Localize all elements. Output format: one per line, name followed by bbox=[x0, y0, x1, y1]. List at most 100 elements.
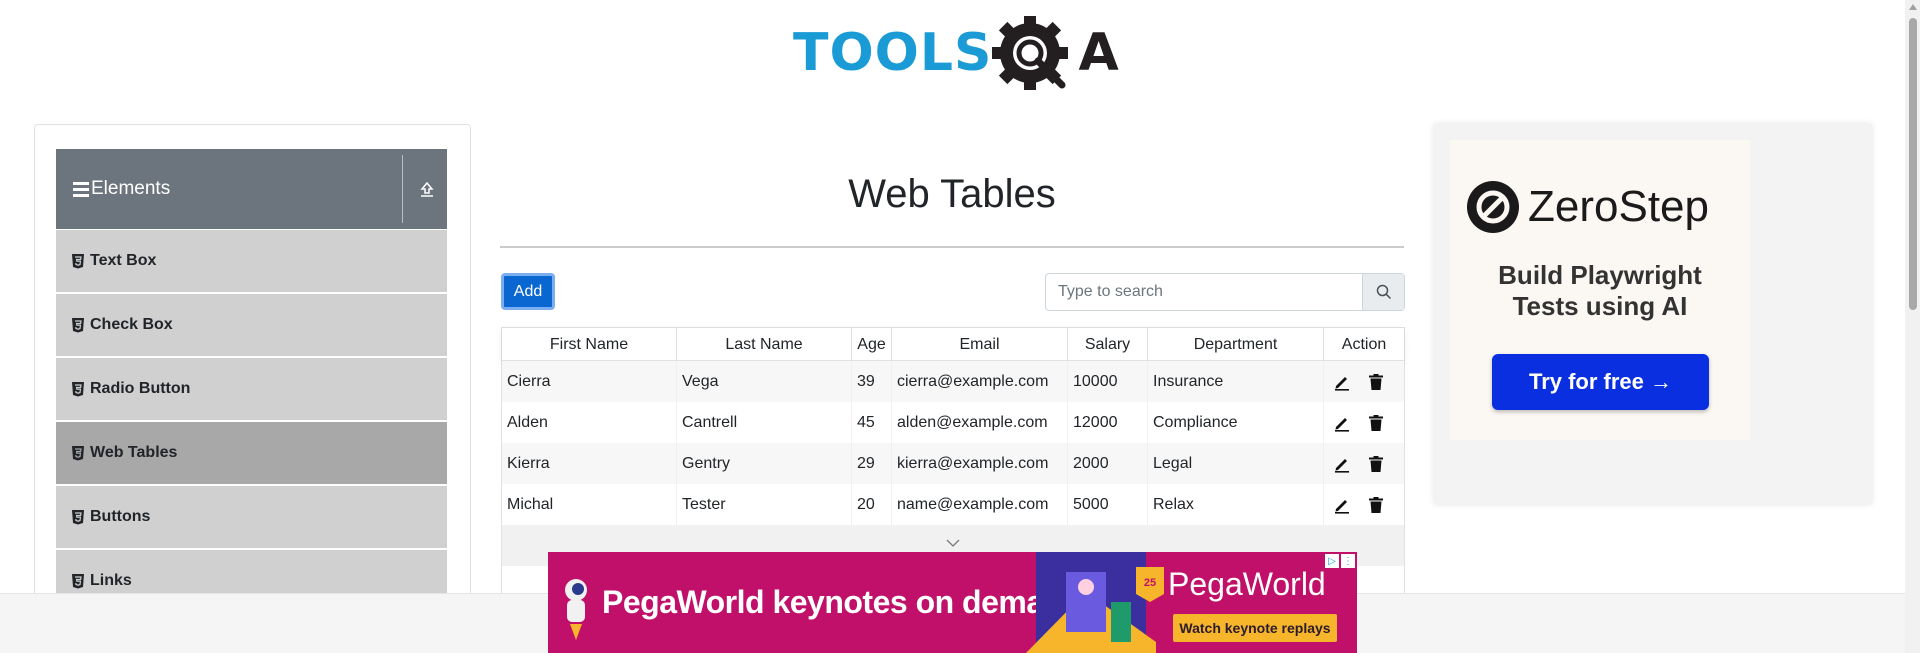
column-header-department[interactable]: Department bbox=[1148, 328, 1324, 361]
search-box bbox=[1045, 273, 1405, 311]
edit-icon[interactable] bbox=[1332, 413, 1352, 433]
sidebar-item-buttons[interactable]: Buttons bbox=[56, 486, 447, 548]
hamburger-icon bbox=[73, 179, 89, 200]
cell-actions bbox=[1324, 443, 1404, 484]
column-header-last-name[interactable]: Last Name bbox=[677, 328, 852, 361]
sidebar-item-label: Check Box bbox=[90, 316, 173, 333]
tagline-line-1: Build Playwright bbox=[1498, 260, 1702, 290]
pw25-badge-icon: 25 bbox=[1136, 567, 1164, 602]
logo-text: TOOLS bbox=[793, 23, 993, 83]
edit-icon[interactable] bbox=[1332, 372, 1352, 392]
table-row: Michal Tester 20 name@example.com 5000 R… bbox=[502, 484, 1404, 525]
zerostep-ad[interactable]: ZeroStep Build Playwright Tests using AI… bbox=[1434, 124, 1872, 504]
cell-salary: 5000 bbox=[1068, 484, 1148, 525]
search-icon bbox=[1376, 284, 1391, 300]
cell-last-name: Gentry bbox=[677, 443, 852, 484]
title-divider bbox=[500, 246, 1404, 248]
try-for-free-button[interactable]: Try for free → bbox=[1492, 354, 1709, 410]
zerostep-name: ZeroStep bbox=[1528, 182, 1709, 231]
page: TOOLS A Elements Text Box Check Box Radi… bbox=[0, 0, 1920, 653]
scroll-thumb[interactable] bbox=[1909, 18, 1917, 310]
adchoices-icon[interactable]: ▷ bbox=[1325, 554, 1339, 568]
delete-icon[interactable] bbox=[1366, 454, 1386, 474]
cell-last-name: Vega bbox=[677, 361, 852, 402]
cell-email: cierra@example.com bbox=[892, 361, 1068, 402]
add-button[interactable]: Add bbox=[501, 273, 555, 310]
cell-actions bbox=[1324, 402, 1404, 443]
sidebar-item-radio-button[interactable]: Radio Button bbox=[56, 358, 447, 420]
html5-icon bbox=[72, 318, 84, 333]
edit-icon[interactable] bbox=[1332, 454, 1352, 474]
cell-actions bbox=[1324, 361, 1404, 402]
cell-email: alden@example.com bbox=[892, 402, 1068, 443]
tagline-line-2: Tests using AI bbox=[1512, 291, 1688, 321]
ad-choices[interactable]: ▷ ⋮ bbox=[1325, 554, 1355, 568]
more-options-icon[interactable]: ⋮ bbox=[1341, 554, 1355, 568]
ad-tagline: Build Playwright Tests using AI bbox=[1450, 260, 1750, 322]
cell-last-name: Tester bbox=[677, 484, 852, 525]
html5-icon bbox=[72, 254, 84, 269]
html5-icon bbox=[72, 510, 84, 525]
ad-card: ZeroStep Build Playwright Tests using AI… bbox=[1450, 140, 1750, 440]
toolsqa-logo[interactable]: TOOLS A bbox=[793, 15, 1119, 91]
cell-email: kierra@example.com bbox=[892, 443, 1068, 484]
header-divider bbox=[402, 155, 403, 223]
scroll-up-icon[interactable] bbox=[1909, 4, 1917, 10]
table-row: Cierra Vega 39 cierra@example.com 10000 … bbox=[502, 361, 1404, 402]
column-header-age[interactable]: Age bbox=[852, 328, 892, 361]
table-header: First Name Last Name Age Email Salary De… bbox=[502, 328, 1404, 361]
cell-department: Legal bbox=[1148, 443, 1324, 484]
delete-icon[interactable] bbox=[1366, 372, 1386, 392]
table-row: Kierra Gentry 29 kierra@example.com 2000… bbox=[502, 443, 1404, 484]
sidebar-item-web-tables[interactable]: Web Tables bbox=[56, 422, 447, 484]
cell-email: name@example.com bbox=[892, 484, 1068, 525]
pegaworld-headline: PegaWorld keynotes on demand bbox=[602, 584, 1082, 620]
cell-salary: 2000 bbox=[1068, 443, 1148, 484]
cell-first-name: Kierra bbox=[502, 443, 677, 484]
zerostep-brand: ZeroStep bbox=[1466, 180, 1709, 234]
group-title: Elements bbox=[91, 178, 171, 199]
html5-icon bbox=[72, 382, 84, 397]
delete-icon[interactable] bbox=[1366, 413, 1386, 433]
cell-age: 45 bbox=[852, 402, 892, 443]
search-input[interactable] bbox=[1046, 274, 1362, 310]
cell-salary: 10000 bbox=[1068, 361, 1148, 402]
svg-text:25: 25 bbox=[1144, 577, 1156, 589]
cell-age: 20 bbox=[852, 484, 892, 525]
cell-age: 39 bbox=[852, 361, 892, 402]
pegaworld-ad[interactable]: PegaWorld keynotes on demand 25 PegaWorl… bbox=[548, 552, 1357, 653]
sidebar-item-label: Text Box bbox=[90, 252, 157, 269]
table-row: Alden Cantrell 45 alden@example.com 1200… bbox=[502, 402, 1404, 443]
cell-first-name: Michal bbox=[502, 484, 677, 525]
zerostep-logo-icon bbox=[1467, 181, 1519, 233]
cell-age: 29 bbox=[852, 443, 892, 484]
sidebar-item-label: Radio Button bbox=[90, 380, 191, 397]
sidebar-item-label: Web Tables bbox=[90, 444, 178, 461]
page-title: Web Tables bbox=[848, 172, 1056, 216]
gear-magnifier-icon bbox=[992, 15, 1078, 91]
watch-keynote-replays-button[interactable]: Watch keynote replays bbox=[1173, 614, 1337, 642]
cell-last-name: Cantrell bbox=[677, 402, 852, 443]
column-header-action: Action bbox=[1341, 335, 1387, 353]
cell-department: Insurance bbox=[1148, 361, 1324, 402]
cell-department: Relax bbox=[1148, 484, 1324, 525]
sidebar-item-check-box[interactable]: Check Box bbox=[56, 294, 447, 356]
search-button[interactable] bbox=[1362, 274, 1404, 310]
sidebar-item-label: Buttons bbox=[90, 508, 151, 525]
sidebar-item-label: Links bbox=[90, 572, 132, 589]
cell-actions bbox=[1324, 484, 1404, 525]
page-scrollbar[interactable] bbox=[1905, 0, 1920, 653]
column-header-first-name[interactable]: First Name bbox=[502, 328, 677, 361]
elements-group-header[interactable]: Elements bbox=[56, 149, 447, 229]
edit-icon[interactable] bbox=[1332, 495, 1352, 515]
collapse-icon[interactable] bbox=[416, 177, 438, 201]
sidebar-item-text-box[interactable]: Text Box bbox=[56, 230, 447, 292]
column-header-salary[interactable]: Salary bbox=[1068, 328, 1148, 361]
logo-suffix: A bbox=[1078, 23, 1119, 83]
delete-icon[interactable] bbox=[1366, 495, 1386, 515]
html5-icon bbox=[72, 574, 84, 589]
html5-icon bbox=[72, 446, 84, 461]
chevron-down-icon[interactable] bbox=[945, 535, 961, 553]
cell-first-name: Cierra bbox=[502, 361, 677, 402]
column-header-email[interactable]: Email bbox=[892, 328, 1068, 361]
